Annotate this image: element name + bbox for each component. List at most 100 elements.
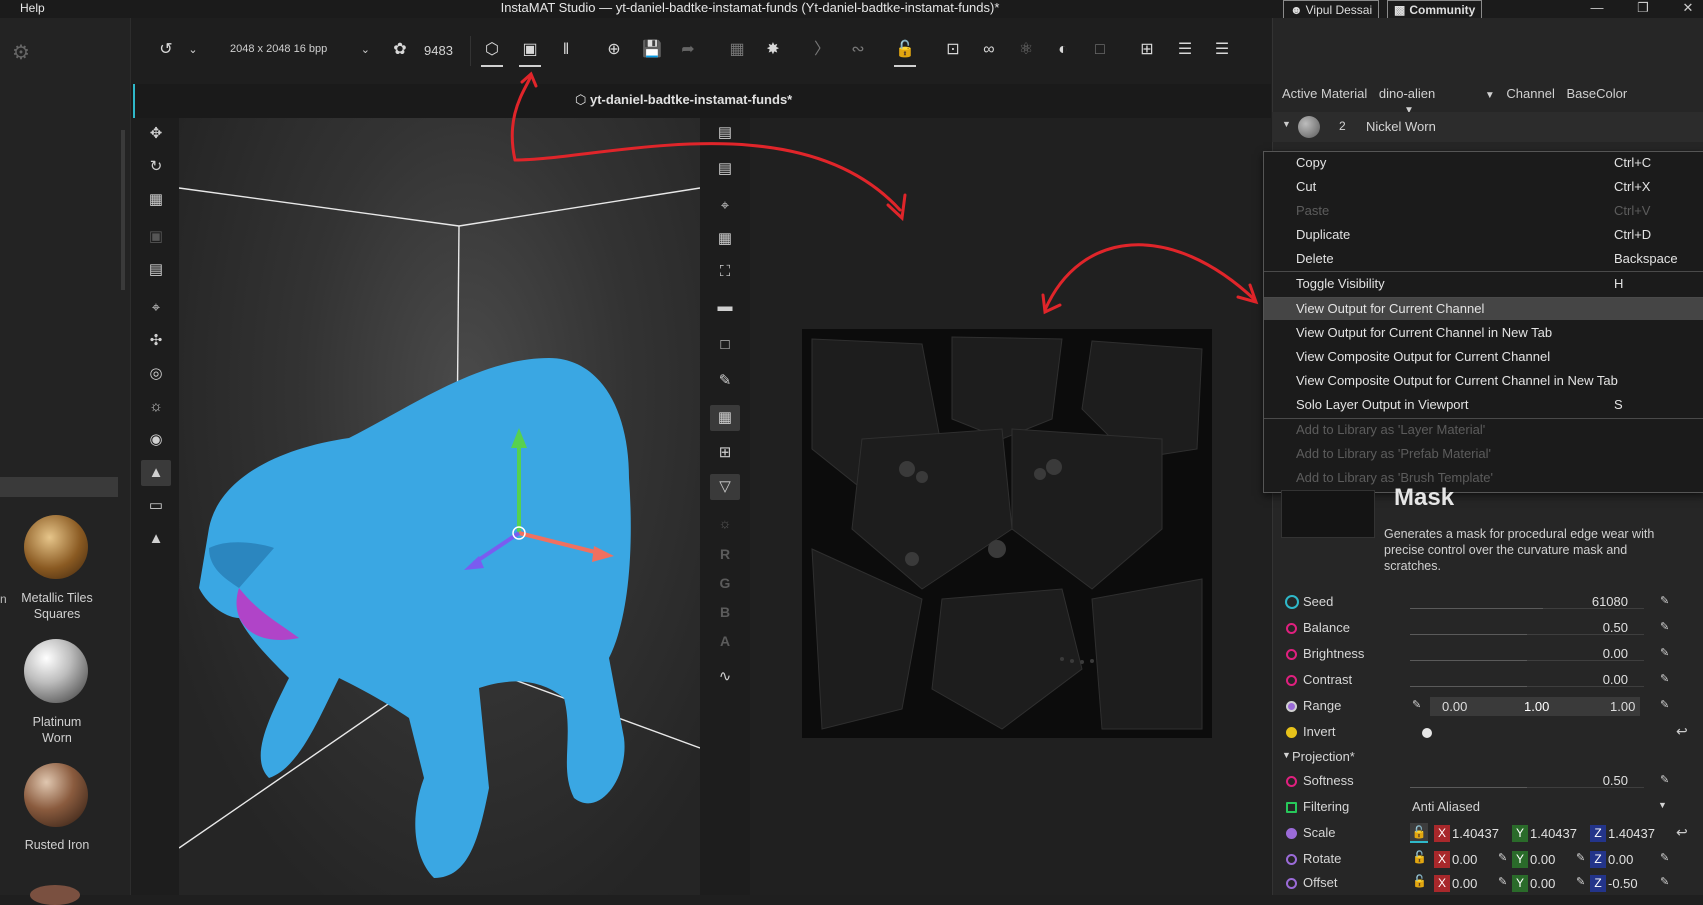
prop-offset: Offset 🔓 X 0.00 ✎ Y 0.00 ✎ Z -0.50 ✎ [1272, 871, 1703, 895]
softness-value[interactable]: 0.50 [1603, 773, 1628, 788]
x-axis-label: X [1434, 875, 1450, 892]
brightness-dot-icon [1286, 649, 1297, 660]
balance-dot-icon [1286, 623, 1297, 634]
expand-arrow-icon[interactable]: ▼ [1282, 119, 1291, 129]
contrast-dot-icon [1286, 675, 1297, 686]
chevron-down-icon[interactable]: ▼ [1658, 800, 1667, 810]
menu-item-view-composite-new-tab[interactable]: View Composite Output for Current Channe… [1264, 370, 1703, 392]
scale-dot-icon [1286, 828, 1297, 839]
rotate-x-value[interactable]: 0.00 [1452, 852, 1477, 867]
node-title: Mask [1394, 484, 1455, 511]
prop-softness: Softness 0.50 ✎ [1272, 769, 1703, 793]
arrow-annotation-curve [513, 142, 902, 212]
layer-index: 2 [1339, 119, 1346, 133]
offset-x-value[interactable]: 0.00 [1452, 876, 1477, 891]
pencil-icon[interactable]: ✎ [1660, 646, 1669, 659]
menu-item-add-brush-template[interactable]: Add to Library as 'Brush Template' [1264, 467, 1703, 489]
brightness-value[interactable]: 0.00 [1603, 646, 1628, 661]
rotate-dot-icon [1286, 854, 1297, 865]
menu-item-toggle-visibility[interactable]: Toggle Visibility H [1264, 273, 1703, 295]
seed-value[interactable]: 61080 [1592, 594, 1628, 609]
active-material-select[interactable]: dino-alien [1379, 86, 1435, 101]
prop-contrast: Contrast 0.00 ✎ [1272, 668, 1703, 692]
chevron-down-icon[interactable]: ▼ [1485, 90, 1495, 101]
offset-y-value[interactable]: 0.00 [1530, 876, 1555, 891]
menu-item-copy[interactable]: Copy Ctrl+C [1264, 152, 1703, 174]
reset-icon[interactable]: ↩ [1676, 824, 1688, 841]
lock-icon[interactable]: 🔓 [1412, 874, 1427, 888]
pencil-icon[interactable]: ✎ [1576, 875, 1585, 888]
pencil-icon[interactable]: ✎ [1660, 875, 1669, 888]
arrow-annotation-bidirectional [1043, 243, 1257, 312]
pencil-icon[interactable]: ✎ [1660, 620, 1669, 633]
menu-item-delete[interactable]: Delete Backspace [1264, 248, 1703, 270]
projection-label: Projection* [1292, 749, 1355, 764]
rotate-y-value[interactable]: 0.00 [1530, 852, 1555, 867]
pencil-icon[interactable]: ✎ [1498, 875, 1507, 888]
prop-filtering: Filtering Anti Aliased ▼ [1272, 795, 1703, 819]
prop-seed: Seed 61080 ✎ [1272, 590, 1703, 614]
active-material-label: Active Material [1282, 86, 1368, 101]
menu-separator [1264, 271, 1703, 272]
prop-invert: Invert ↩ [1272, 720, 1703, 744]
layer-context-menu: Copy Ctrl+C Cut Ctrl+X Paste Ctrl+V Duplica… [1263, 151, 1703, 493]
menu-item-duplicate[interactable]: Duplicate Ctrl+D [1264, 224, 1703, 246]
range-dot-icon [1286, 701, 1297, 712]
node-description: Generates a mask for procedural edge wea… [1384, 527, 1655, 573]
reset-icon[interactable]: ↩ [1676, 723, 1688, 740]
scale-z-value[interactable]: 1.40437 [1608, 826, 1655, 841]
z-axis-label: Z [1590, 851, 1606, 868]
projection-group[interactable]: ▼ Projection* [1272, 745, 1703, 769]
seed-dot-icon [1285, 595, 1299, 609]
pencil-icon[interactable]: ✎ [1660, 851, 1669, 864]
range-min-value[interactable]: 0.00 [1442, 699, 1467, 714]
channel-select[interactable]: BaseColor [1566, 86, 1627, 101]
layer-name: Nickel Worn [1366, 119, 1436, 134]
rotate-z-value[interactable]: 0.00 [1608, 852, 1633, 867]
menu-item-add-layer-material[interactable]: Add to Library as 'Layer Material' [1264, 419, 1703, 441]
y-axis-label: Y [1512, 851, 1528, 868]
y-axis-label: Y [1512, 875, 1528, 892]
arrow-annotation-toolbar [510, 76, 532, 162]
prop-range: Range ✎ 0.00 1.00 1.00 ✎ [1272, 694, 1703, 718]
prop-rotate: Rotate 🔓 X 0.00 ✎ Y 0.00 ✎ Z 0.00 ✎ [1272, 847, 1703, 871]
lock-icon[interactable]: 🔓 [1410, 823, 1428, 843]
z-axis-label: Z [1590, 825, 1606, 842]
scale-x-value[interactable]: 1.40437 [1452, 826, 1499, 841]
range-mid-value[interactable]: 1.00 [1524, 699, 1549, 714]
x-axis-label: X [1434, 825, 1450, 842]
pencil-icon[interactable]: ✎ [1660, 698, 1669, 711]
pencil-icon[interactable]: ✎ [1498, 851, 1507, 864]
menu-item-paste[interactable]: Paste Ctrl+V [1264, 200, 1703, 222]
menu-item-view-output[interactable]: View Output for Current Channel [1264, 298, 1703, 320]
z-axis-label: Z [1590, 875, 1606, 892]
channel-label: Channel [1506, 86, 1555, 101]
menu-item-view-composite[interactable]: View Composite Output for Current Channe… [1264, 346, 1703, 368]
layer-row-nickel-worn[interactable]: ▼ 2 Nickel Worn [1272, 112, 1703, 142]
scale-y-value[interactable]: 1.40437 [1530, 826, 1577, 841]
mask-node-thumbnail [1281, 490, 1375, 538]
contrast-value[interactable]: 0.00 [1603, 672, 1628, 687]
pencil-icon[interactable]: ✎ [1660, 594, 1669, 607]
expand-arrow-icon[interactable]: ▼ [1282, 750, 1291, 760]
y-axis-label: Y [1512, 825, 1528, 842]
offset-z-value[interactable]: -0.50 [1608, 876, 1638, 891]
prop-scale: Scale 🔓 X 1.40437 Y 1.40437 Z 1.40437 ↩ [1272, 821, 1703, 845]
pencil-icon[interactable]: ✎ [1660, 773, 1669, 786]
pencil-icon[interactable]: ✎ [1660, 672, 1669, 685]
lock-icon[interactable]: 🔓 [1412, 850, 1427, 864]
pencil-icon[interactable]: ✎ [1412, 698, 1421, 711]
prop-balance: Balance 0.50 ✎ [1272, 616, 1703, 640]
offset-dot-icon [1286, 878, 1297, 889]
menu-item-solo-layer[interactable]: Solo Layer Output in Viewport S [1264, 394, 1703, 416]
filtering-dot-icon [1286, 802, 1297, 813]
menu-item-view-output-new-tab[interactable]: View Output for Current Channel in New T… [1264, 322, 1703, 344]
softness-dot-icon [1286, 776, 1297, 787]
menu-item-cut[interactable]: Cut Ctrl+X [1264, 176, 1703, 198]
menu-item-add-prefab-material[interactable]: Add to Library as 'Prefab Material' [1264, 443, 1703, 465]
filtering-select[interactable]: Anti Aliased [1412, 799, 1480, 814]
range-max-value[interactable]: 1.00 [1610, 699, 1635, 714]
pencil-icon[interactable]: ✎ [1576, 851, 1585, 864]
balance-value[interactable]: 0.50 [1603, 620, 1628, 635]
invert-toggle[interactable] [1422, 728, 1432, 738]
